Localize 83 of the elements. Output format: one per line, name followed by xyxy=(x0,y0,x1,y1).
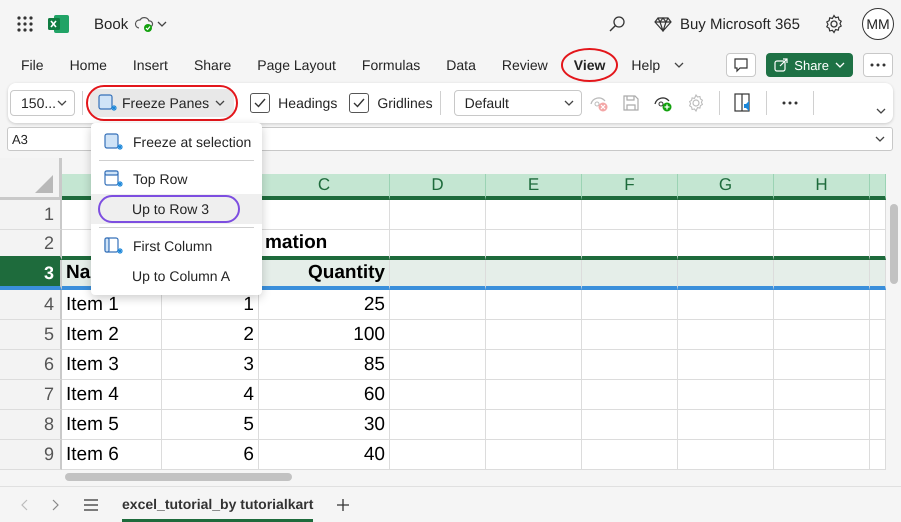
more-button[interactable] xyxy=(863,53,893,77)
column-header[interactable] xyxy=(870,174,886,200)
row-header[interactable]: 5 xyxy=(0,320,62,350)
immersive-reader-icon[interactable] xyxy=(734,93,752,113)
ribbon-tab[interactable]: View xyxy=(564,51,616,79)
table-cell: Item 5 xyxy=(62,410,162,440)
table-cell: Item 2 xyxy=(62,320,162,350)
table-cell: 60 xyxy=(259,380,390,410)
row-header[interactable]: 2 xyxy=(0,230,62,260)
column-header[interactable]: H xyxy=(774,174,870,200)
row-header[interactable]: 1 xyxy=(0,200,62,230)
column-header[interactable]: F xyxy=(582,174,678,200)
checkbox[interactable] xyxy=(250,93,270,113)
column-header[interactable]: D xyxy=(390,174,486,200)
plus-icon[interactable] xyxy=(337,498,350,510)
row-header[interactable]: 6 xyxy=(0,350,62,380)
ribbon-tab[interactable]: Insert xyxy=(122,51,178,79)
scrollbar-thumb[interactable] xyxy=(890,204,898,284)
ribbon-tab[interactable]: Review xyxy=(492,51,558,79)
checkmark-icon xyxy=(353,98,366,108)
table-cell: Item 6 xyxy=(62,440,162,470)
freeze-panes-icon xyxy=(104,133,123,151)
checkbox[interactable] xyxy=(349,93,370,113)
zoom-dropdown[interactable]: 150... xyxy=(10,90,75,116)
table-cell: 4 xyxy=(162,380,259,410)
row-header[interactable]: 9 xyxy=(0,440,62,470)
column-header[interactable]: G xyxy=(678,174,774,200)
apps-icon[interactable] xyxy=(16,15,34,33)
search-icon[interactable] xyxy=(608,15,626,33)
table-cell: mation xyxy=(259,230,390,260)
user-avatar[interactable]: MM xyxy=(862,8,894,40)
sheet-view-dropdown[interactable]: Default xyxy=(454,90,582,116)
document-title[interactable]: Book xyxy=(94,16,128,32)
checkbox-label[interactable]: Gridlines xyxy=(377,95,433,111)
freeze-panes-icon xyxy=(98,94,117,112)
column-header[interactable]: C xyxy=(259,174,390,200)
freeze-column-icon xyxy=(104,237,123,255)
table-cell: 5 xyxy=(162,410,259,440)
table-cell: 40 xyxy=(259,440,390,470)
ribbon-tab[interactable]: Share xyxy=(184,51,242,79)
spreadsheet-logo-icon[interactable] xyxy=(48,14,70,34)
menu-item[interactable]: Top Row xyxy=(91,164,262,194)
table-cell: Quantity xyxy=(259,260,390,290)
comment-icon xyxy=(733,57,750,73)
table-cell: 85 xyxy=(259,350,390,380)
share-icon xyxy=(774,58,788,72)
scrollbar-thumb[interactable] xyxy=(65,473,292,481)
menu-icon[interactable] xyxy=(84,498,98,510)
table-cell: 3 xyxy=(162,350,259,380)
table-cell: Item 4 xyxy=(62,380,162,410)
table-cell xyxy=(870,260,886,290)
more-icon[interactable] xyxy=(780,101,799,105)
column-header[interactable]: E xyxy=(486,174,582,200)
ribbon-tab[interactable]: Help xyxy=(621,51,670,79)
row-header[interactable]: 8 xyxy=(0,410,62,440)
more-icon xyxy=(870,63,886,67)
chevron-right-icon[interactable] xyxy=(52,498,60,510)
table-cell: Item 3 xyxy=(62,350,162,380)
table-cell: 100 xyxy=(259,320,390,350)
freeze-panes-button[interactable]: Freeze Panes xyxy=(90,89,234,117)
row-header[interactable]: 3 xyxy=(0,260,62,290)
share-button[interactable]: Share xyxy=(766,53,853,77)
ribbon-tab[interactable]: File xyxy=(11,51,54,79)
table-cell: 6 xyxy=(162,440,259,470)
row-header[interactable]: 4 xyxy=(0,290,62,320)
row-header[interactable]: 7 xyxy=(0,380,62,410)
settings-icon[interactable] xyxy=(824,14,844,34)
comment-button[interactable] xyxy=(726,53,756,77)
freeze-top-row-icon xyxy=(104,170,123,188)
sheet-tab[interactable]: excel_tutorial_by tutorialkart xyxy=(122,488,314,522)
diamond-icon[interactable] xyxy=(654,16,672,32)
ribbon-tab[interactable]: Page Layout xyxy=(247,51,346,79)
ribbon-tab[interactable]: Formulas xyxy=(352,51,430,79)
ribbon-tab[interactable]: Data xyxy=(436,51,486,79)
checkmark-icon xyxy=(254,98,266,108)
checkbox-label[interactable]: Headings xyxy=(278,95,338,111)
menu-item[interactable]: First Column xyxy=(91,231,262,261)
table-cell: 30 xyxy=(259,410,390,440)
table-cell: 2 xyxy=(162,320,259,350)
table-cell: 25 xyxy=(259,290,390,320)
buy-link[interactable]: Buy Microsoft 365 xyxy=(680,16,800,32)
ribbon-tab[interactable]: Home xyxy=(60,51,117,79)
chevron-down-icon xyxy=(835,60,845,70)
